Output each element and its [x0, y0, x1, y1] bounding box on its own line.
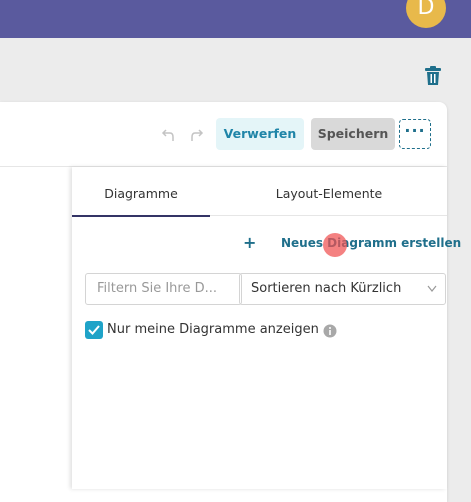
cursor-indicator [323, 233, 347, 257]
create-new-chart-label: Neues Diagramm erstellen [281, 236, 462, 250]
chart-filter-input[interactable]: Filtern Sie Ihre D... [85, 273, 242, 305]
save-button[interactable]: Speichern [311, 118, 395, 150]
tab-layout-elements[interactable]: Layout-Elemente [262, 167, 396, 215]
top-navigation-bar: D [0, 0, 471, 38]
sort-select-value: Sortieren nach Kürzlich [251, 281, 402, 296]
info-icon[interactable] [323, 324, 337, 338]
discard-button[interactable]: Verwerfen [216, 118, 304, 150]
only-my-charts-checkbox[interactable] [85, 321, 103, 339]
sidepanel-tabs: Diagramme Layout-Elemente [72, 167, 447, 217]
trash-icon[interactable] [424, 66, 442, 86]
only-my-charts-toggle[interactable]: Nur meine Diagramme anzeigen [85, 321, 385, 341]
undo-icon[interactable] [161, 128, 175, 142]
chevron-down-icon [427, 285, 437, 292]
check-icon [88, 325, 100, 335]
tab-diagrams[interactable]: Diagramme [72, 167, 210, 217]
more-options-button[interactable]: ··· [399, 119, 431, 149]
panel-header: Verwerfen Speichern ··· [0, 102, 447, 167]
only-my-charts-label: Nur meine Diagramme anzeigen [107, 322, 319, 337]
redo-icon[interactable] [190, 128, 204, 142]
chart-builder-sidepanel: Diagramme Layout-Elemente + Neues Diagra… [72, 167, 461, 489]
sort-select[interactable]: Sortieren nach Kürzlich [239, 273, 446, 305]
user-avatar[interactable]: D [406, 0, 446, 28]
plus-icon: + [243, 233, 257, 252]
